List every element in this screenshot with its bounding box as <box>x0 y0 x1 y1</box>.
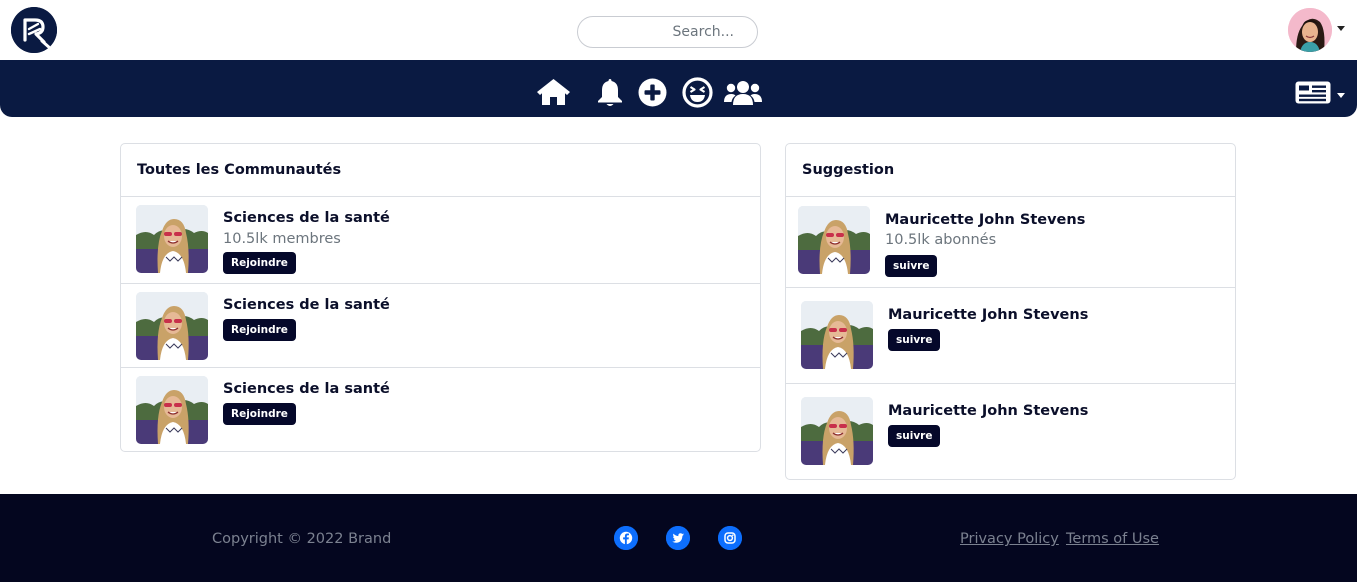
community-name[interactable]: Sciences de la santé <box>223 381 390 397</box>
suggestion-row: Mauricette John Stevens suivre <box>786 384 1235 480</box>
privacy-policy-link[interactable]: Privacy Policy <box>960 531 1059 547</box>
community-members: 10.5lk membres <box>223 231 341 247</box>
suggestion-avatar[interactable] <box>801 301 873 369</box>
suggestions-title: Suggestion <box>802 162 895 178</box>
main-navbar <box>0 60 1357 117</box>
home-icon[interactable] <box>536 78 571 106</box>
suggestion-row: Mauricette John Stevens suivre <box>786 288 1235 384</box>
community-avatar[interactable] <box>136 205 208 273</box>
follow-button[interactable]: suivre <box>888 425 941 447</box>
caret-down-icon[interactable] <box>1337 26 1345 31</box>
top-header <box>0 0 1357 60</box>
plus-circle-icon[interactable] <box>638 78 667 107</box>
suggestion-avatar[interactable] <box>801 397 873 465</box>
communities-title: Toutes les Communautés <box>137 162 342 178</box>
instagram-icon[interactable] <box>718 526 742 550</box>
community-row: Sciences de la santé Rejoindre <box>121 284 760 368</box>
suggestion-name[interactable]: Mauricette John Stevens <box>885 212 1085 228</box>
suggestions-card-header: Suggestion <box>786 144 1235 197</box>
community-name[interactable]: Sciences de la santé <box>223 210 390 226</box>
community-row: Sciences de la santé Rejoindre <box>121 368 760 452</box>
suggestion-name[interactable]: Mauricette John Stevens <box>888 307 1088 323</box>
newspaper-icon[interactable] <box>1295 81 1331 104</box>
facebook-icon[interactable] <box>614 526 638 550</box>
suggestion-avatar[interactable] <box>798 206 870 274</box>
communities-card-header: Toutes les Communautés <box>121 144 760 197</box>
user-avatar[interactable] <box>1288 8 1332 52</box>
suggestion-followers: 10.5lk abonnés <box>885 232 997 248</box>
brand-logo-icon[interactable] <box>11 7 57 53</box>
search-input[interactable] <box>577 16 758 48</box>
community-avatar[interactable] <box>136 376 208 444</box>
join-button[interactable]: Rejoindre <box>223 319 296 341</box>
join-button[interactable]: Rejoindre <box>223 403 296 425</box>
community-name[interactable]: Sciences de la santé <box>223 297 390 313</box>
follow-button[interactable]: suivre <box>888 329 941 351</box>
twitter-icon[interactable] <box>666 526 690 550</box>
page-footer: Copyright © 2022 Brand Privacy Policy Te… <box>0 494 1357 582</box>
community-row: Sciences de la santé 10.5lk membres Rejo… <box>121 197 760 284</box>
bell-icon[interactable] <box>596 78 624 108</box>
copyright-text: Copyright © 2022 Brand <box>212 531 392 547</box>
laugh-squint-icon[interactable] <box>682 77 713 108</box>
users-icon[interactable] <box>724 79 762 106</box>
terms-of-use-link[interactable]: Terms of Use <box>1066 531 1159 547</box>
suggestions-card: Suggestion Mauricette John Stevens 10.5l… <box>785 143 1236 480</box>
follow-button[interactable]: suivre <box>885 255 938 277</box>
community-avatar[interactable] <box>136 292 208 360</box>
join-button[interactable]: Rejoindre <box>223 252 296 274</box>
caret-down-icon[interactable] <box>1337 93 1345 98</box>
suggestion-name[interactable]: Mauricette John Stevens <box>888 403 1088 419</box>
suggestion-row: Mauricette John Stevens 10.5lk abonnés s… <box>786 197 1235 288</box>
communities-card: Toutes les Communautés Sciences de la sa… <box>120 143 761 452</box>
